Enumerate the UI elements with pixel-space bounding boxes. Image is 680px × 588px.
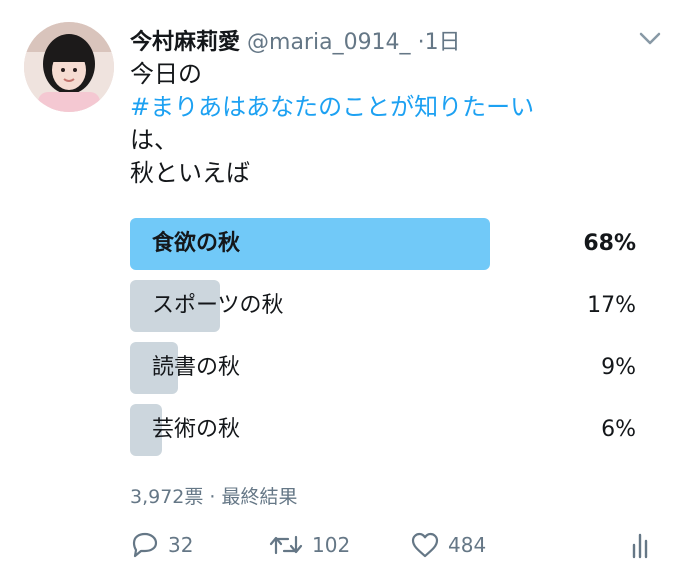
poll-option: スポーツの秋 17% xyxy=(130,280,640,332)
heart-icon xyxy=(411,532,439,558)
poll-option-percent: 68% xyxy=(583,231,636,256)
like-button[interactable]: 484 xyxy=(410,530,486,560)
author-name[interactable]: 今村麻莉愛 xyxy=(130,30,240,55)
poll-option-label: 食欲の秋 xyxy=(152,231,241,256)
hashtag-link[interactable]: #まりあはあなたのことが知りたーい xyxy=(130,91,534,124)
analytics-icon xyxy=(632,533,648,559)
poll-option: 芸術の秋 6% xyxy=(130,404,640,456)
avatar-image xyxy=(24,22,114,112)
poll-option: 食欲の秋 68% xyxy=(130,218,640,270)
author-handle[interactable]: @maria_0914_ xyxy=(247,30,411,55)
like-count: 484 xyxy=(448,533,487,557)
tweet-text: 今日の #まりあはあなたのことが知りたーい は、 秋といえば xyxy=(130,58,534,190)
analytics-button[interactable] xyxy=(630,530,654,560)
retweet-button[interactable]: 102 xyxy=(268,530,350,560)
tweet-text-line: 今日の xyxy=(130,60,202,88)
poll-option-label: 読書の秋 xyxy=(152,355,241,380)
avatar[interactable] xyxy=(24,22,114,112)
poll-option-label: 芸術の秋 xyxy=(152,417,241,442)
tweet-text-line: 秋といえば xyxy=(130,159,250,187)
chevron-down-icon[interactable] xyxy=(638,28,662,48)
poll-option-percent: 17% xyxy=(587,293,636,318)
poll-results-meta: 3,972票 · 最終結果 xyxy=(130,486,298,508)
reply-button[interactable]: 32 xyxy=(130,530,193,560)
tweet-header: 今村麻莉愛 @maria_0914_ ·1日 xyxy=(130,24,461,56)
tweet-time[interactable]: 1日 xyxy=(425,30,461,55)
poll-option: 読書の秋 9% xyxy=(130,342,640,394)
reply-icon xyxy=(132,532,158,558)
poll-option-percent: 9% xyxy=(601,355,636,380)
reply-count: 32 xyxy=(168,533,194,557)
tweet-text-line: は、 xyxy=(130,126,178,154)
poll-option-label: スポーツの秋 xyxy=(152,293,284,318)
poll-option-percent: 6% xyxy=(601,417,636,442)
header-separator: · xyxy=(417,30,425,55)
retweet-icon xyxy=(269,535,303,555)
retweet-count: 102 xyxy=(312,533,351,557)
